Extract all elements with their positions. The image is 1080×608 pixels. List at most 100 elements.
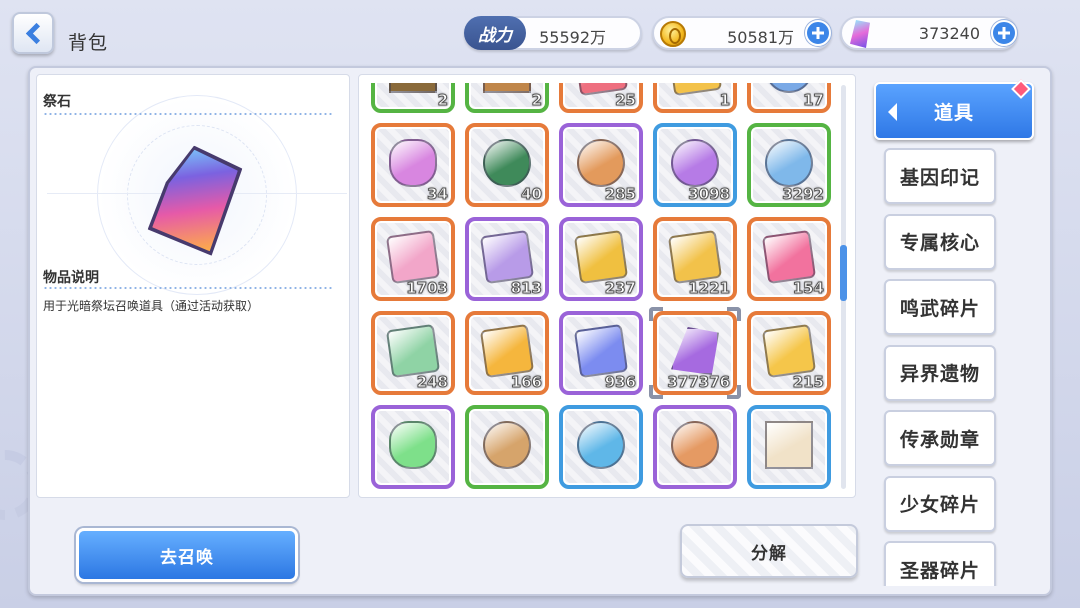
inventory-slot-gear-chest[interactable]: 2 (465, 83, 549, 113)
grid-scrollbar[interactable] (840, 85, 847, 489)
tab-1[interactable]: 基因印记 (884, 148, 996, 204)
inventory-slot-pink-ticket[interactable]: 1703 (371, 217, 455, 301)
gold-display: 50581万 (652, 16, 832, 50)
item-description: 用于光暗祭坛召唤道具（通过活动获取） (43, 299, 260, 313)
sacrifice-stone-icon (671, 327, 719, 375)
tab-label: 少女碎片 (899, 494, 980, 516)
canned-food-icon (671, 421, 719, 469)
inventory-slot-hourglass-orb[interactable]: 17 (747, 83, 831, 113)
mech-core-blue-icon (765, 139, 813, 187)
inventory-slot-cauldron[interactable]: 40 (465, 123, 549, 207)
back-button[interactable] (12, 12, 54, 54)
tab-0[interactable]: 道具 (874, 79, 1034, 140)
item-name: 祭石 (43, 94, 71, 110)
tab-label: 道具 (933, 101, 974, 124)
item-count: 25 (615, 91, 637, 110)
tab-3[interactable]: 鸣武碎片 (884, 279, 996, 335)
selection-corner (649, 385, 663, 399)
item-count: 1221 (688, 279, 731, 298)
potion-bottle-icon (389, 139, 437, 187)
top-bar: 背包 战力 55592万 50581万 373240 (0, 0, 1080, 66)
category-tabs: 道具基因印记专属核心鸣武碎片异界遗物传承勋章少女碎片圣器碎片 (862, 74, 1048, 586)
inventory-slot-gene-card-shard[interactable]: 1221 (653, 217, 737, 301)
item-count: 166 (510, 373, 542, 392)
inventory-slot-canned-food[interactable] (653, 405, 737, 489)
item-count: 2 (437, 91, 448, 110)
power-value: 55592万 (539, 28, 606, 47)
new-badge-icon (1011, 79, 1031, 99)
tab-label: 专属核心 (899, 232, 980, 254)
item-count: 237 (604, 279, 636, 298)
tab-4[interactable]: 异界遗物 (884, 344, 996, 401)
milk-carton-icon (765, 421, 813, 469)
item-count: 377376 (667, 373, 731, 392)
selection-corner (727, 307, 741, 321)
inventory-slot-sword-card-blue[interactable]: 936 (559, 311, 643, 395)
inventory-slot-gold-ticket[interactable]: 1 (653, 83, 737, 113)
gold-value: 50581万 (727, 28, 794, 47)
inventory-slot-cookies[interactable] (465, 405, 549, 489)
tab-7[interactable]: 圣器碎片 (884, 541, 996, 586)
gold-coin-icon (660, 21, 686, 47)
add-gold-button[interactable] (805, 20, 831, 46)
item-count: 40 (521, 185, 543, 204)
gene-card-gold-icon (573, 229, 629, 285)
go-summon-button[interactable]: 去召唤 (76, 528, 298, 582)
inventory-slot-mech-core-orange[interactable]: 285 (559, 123, 643, 207)
mech-core-orange-icon (577, 139, 625, 187)
green-vial-icon (389, 421, 437, 469)
tab-label: 鸣武碎片 (899, 297, 980, 320)
item-grid-viewport[interactable]: 2 2 25 1 17 34 40 285 3098 3292 1703 813 237 1221 154 2… (359, 83, 839, 491)
item-grid-panel: 2 2 25 1 17 34 40 285 3098 3292 1703 813 237 1221 154 2… (358, 74, 856, 498)
item-count: 3292 (782, 185, 825, 204)
inventory-slot-chest[interactable]: 2 (371, 83, 455, 113)
tab-label: 传承勋章 (899, 428, 980, 451)
tab-2[interactable]: 专属核心 (884, 213, 996, 270)
gene-card-shard-icon (667, 229, 723, 285)
item-count: 1703 (406, 279, 449, 298)
candy-icon (577, 421, 625, 469)
gene-card-rainbow-icon (761, 229, 817, 285)
inventory-slot-red-ticket[interactable]: 25 (559, 83, 643, 113)
tab-label: 圣器碎片 (899, 559, 980, 582)
item-count: 248 (416, 373, 448, 392)
inventory-slot-potion-bottle[interactable]: 34 (371, 123, 455, 207)
inventory-slot-candy[interactable] (559, 405, 643, 489)
inventory-slot-milk-carton[interactable] (747, 405, 831, 489)
rainbow-ticket-icon (385, 323, 441, 379)
add-gem-button[interactable] (991, 20, 1017, 46)
tab-6[interactable]: 少女碎片 (884, 475, 996, 532)
gold-ticket-icon (667, 83, 723, 97)
selection-corner (727, 385, 741, 399)
inventory-slot-green-vial[interactable] (371, 405, 455, 489)
star-card-gold-icon (761, 323, 817, 379)
inventory-slot-gene-card-gold[interactable]: 237 (559, 217, 643, 301)
item-count: 1 (719, 91, 730, 110)
dotted-divider (43, 113, 333, 115)
decompose-button[interactable]: 分解 (680, 524, 858, 578)
tab-label: 异界遗物 (899, 363, 980, 385)
gear-chest-icon (483, 83, 531, 93)
grid-scroll-thumb[interactable] (840, 245, 847, 301)
inventory-slot-star-card-gold[interactable]: 215 (747, 311, 831, 395)
pink-ticket-icon (385, 229, 441, 285)
tab-5[interactable]: 传承勋章 (884, 410, 996, 466)
inventory-slot-sacrifice-stone[interactable]: 377376 (649, 307, 741, 399)
inventory-slot-mech-core-purple[interactable]: 3098 (653, 123, 737, 207)
item-count: 154 (792, 279, 824, 298)
mech-core-purple-icon (671, 139, 719, 187)
dotted-divider (43, 287, 333, 289)
inventory-slot-smile-ticket[interactable]: 813 (465, 217, 549, 301)
tab-label: 基因印记 (899, 166, 980, 189)
item-count: 17 (803, 91, 825, 110)
inventory-slot-sword-card-gold[interactable]: 166 (465, 311, 549, 395)
inventory-slot-gene-card-rainbow[interactable]: 154 (747, 217, 831, 301)
item-count: 285 (604, 185, 636, 204)
item-count: 34 (427, 185, 449, 204)
smile-ticket-icon (479, 229, 535, 285)
chest-icon (389, 83, 437, 93)
inventory-slot-rainbow-ticket[interactable]: 248 (371, 311, 455, 395)
gem-value: 373240 (918, 24, 980, 43)
inventory-slot-mech-core-blue[interactable]: 3292 (747, 123, 831, 207)
chevron-left-icon (25, 22, 47, 44)
